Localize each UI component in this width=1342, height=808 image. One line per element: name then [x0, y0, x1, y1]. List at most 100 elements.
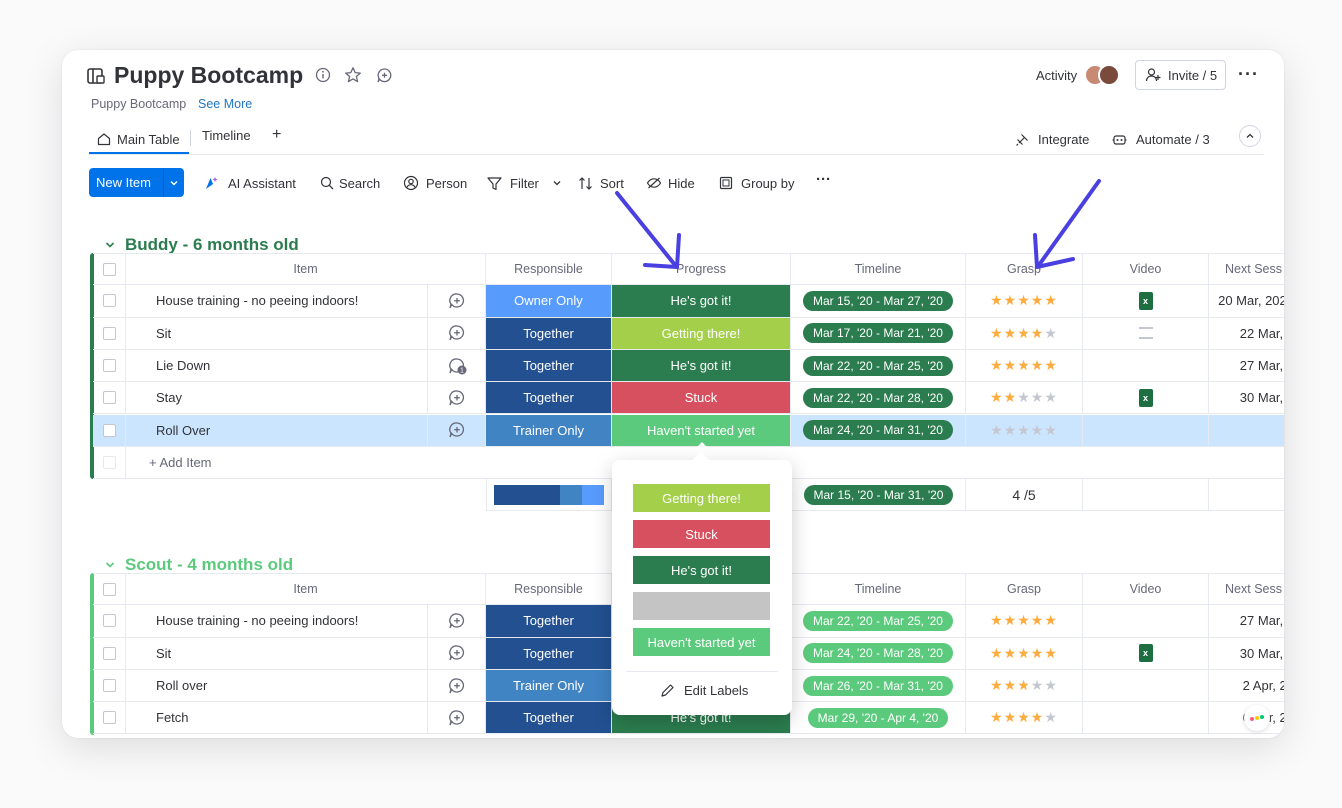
file-cell[interactable]: x: [1083, 285, 1209, 318]
rating-star-icon[interactable]: ★: [1017, 389, 1031, 406]
avatar-group[interactable]: [1084, 63, 1124, 87]
row-checkbox[interactable]: [102, 359, 116, 373]
excel-file-icon[interactable]: x: [1138, 644, 1153, 663]
updates-cell[interactable]: [428, 285, 486, 318]
row-checkbox[interactable]: [102, 423, 116, 437]
rating-star-icon[interactable]: ★: [990, 389, 1004, 406]
search-button[interactable]: Search: [320, 174, 380, 192]
row-checkbox[interactable]: [102, 646, 116, 660]
row-checkbox[interactable]: [102, 294, 116, 308]
tab-timeline[interactable]: Timeline: [202, 128, 251, 150]
rating-star-icon[interactable]: ★: [1044, 325, 1058, 342]
rating-star-icon[interactable]: ★: [1004, 357, 1018, 374]
status-option[interactable]: [633, 592, 770, 620]
rating-cell[interactable]: ★ ★ ★ ★ ★: [966, 349, 1083, 383]
rating-star-icon[interactable]: ★: [1031, 645, 1045, 662]
add-update-icon[interactable]: [447, 323, 467, 343]
add-update-icon[interactable]: [447, 388, 467, 408]
rating-star-icon[interactable]: ★: [1044, 292, 1058, 309]
rating-star-icon[interactable]: ★: [1017, 292, 1031, 309]
item-name-cell[interactable]: Sit: [126, 637, 428, 670]
file-cell[interactable]: [1083, 317, 1209, 350]
rating-star-icon[interactable]: ★: [1031, 709, 1045, 726]
add-view-button[interactable]: +: [272, 126, 281, 144]
item-name-cell[interactable]: Roll over: [126, 669, 428, 703]
row-checkbox[interactable]: [102, 326, 116, 340]
rating-star-icon[interactable]: ★: [990, 325, 1004, 342]
responsible-status[interactable]: Together: [486, 349, 612, 383]
chevron-down-icon[interactable]: [164, 178, 184, 188]
rating-star-icon[interactable]: ★: [990, 612, 1004, 629]
add-update-icon[interactable]: [447, 420, 467, 440]
timeline-cell[interactable]: Mar 15, '20 - Mar 27, '20: [791, 285, 966, 318]
responsible-status[interactable]: Together: [486, 605, 612, 638]
tab-main-table[interactable]: Main Table: [97, 128, 180, 150]
rating-star-icon[interactable]: ★: [1031, 292, 1045, 309]
column-header-responsible[interactable]: Responsible: [486, 573, 612, 606]
item-name-cell[interactable]: Fetch: [126, 702, 428, 735]
invite-button[interactable]: Invite / 5: [1135, 60, 1226, 90]
row-checkbox[interactable]: [102, 391, 116, 405]
rating-star-icon[interactable]: ★: [1044, 677, 1058, 694]
file-cell[interactable]: [1083, 669, 1209, 703]
item-name-cell[interactable]: Sit: [126, 317, 428, 350]
column-header-next[interactable]: Next Sess: [1209, 253, 1284, 286]
column-header-timeline[interactable]: Timeline: [791, 253, 966, 286]
collapse-header-button[interactable]: [1239, 125, 1261, 147]
file-cell[interactable]: [1083, 349, 1209, 383]
rating-cell[interactable]: ★ ★ ★ ★ ★: [966, 637, 1083, 670]
progress-status[interactable]: Getting there!: [612, 317, 791, 350]
toolbar-more-icon[interactable]: ···: [816, 171, 831, 188]
rating-cell[interactable]: ★ ★ ★ ★ ★: [966, 382, 1083, 415]
rating-star-icon[interactable]: ★: [1004, 612, 1018, 629]
column-header-timeline[interactable]: Timeline: [791, 573, 966, 606]
next-session-date[interactable]: [1209, 414, 1284, 447]
rating-star-icon[interactable]: ★: [1017, 422, 1031, 439]
column-header-item[interactable]: Item: [126, 573, 486, 606]
timeline-cell[interactable]: Mar 26, '20 - Mar 31, '20: [791, 669, 966, 703]
rating-star-icon[interactable]: ★: [990, 677, 1004, 694]
excel-file-icon[interactable]: x: [1138, 291, 1153, 310]
updates-cell[interactable]: [428, 414, 486, 447]
edit-labels-button[interactable]: Edit Labels: [660, 683, 748, 698]
progress-status[interactable]: He's got it!: [612, 285, 791, 318]
progress-status[interactable]: He's got it!: [612, 349, 791, 383]
more-icon[interactable]: ···: [1238, 64, 1259, 85]
row-checkbox[interactable]: [102, 679, 116, 693]
rating-star-icon[interactable]: ★: [990, 292, 1004, 309]
updates-cell[interactable]: 1: [428, 349, 486, 383]
help-widget-icon[interactable]: [1244, 705, 1270, 731]
rating-star-icon[interactable]: ★: [1044, 612, 1058, 629]
rating-cell[interactable]: ★ ★ ★ ★ ★: [966, 317, 1083, 350]
item-name-cell[interactable]: Roll Over: [126, 414, 428, 447]
rating-star-icon[interactable]: ★: [1017, 645, 1031, 662]
responsible-status[interactable]: Together: [486, 637, 612, 670]
next-session-date[interactable]: 27 Mar, 2: [1209, 605, 1284, 638]
item-name-cell[interactable]: House training - no peeing indoors!: [126, 605, 428, 638]
chevron-down-icon[interactable]: [104, 559, 116, 571]
group-title[interactable]: Scout - 4 months old: [104, 555, 293, 575]
rating-star-icon[interactable]: ★: [1017, 325, 1031, 342]
progress-status[interactable]: Haven't started yet: [612, 414, 791, 447]
column-header-item[interactable]: Item: [126, 253, 486, 286]
column-header-responsible[interactable]: Responsible: [486, 253, 612, 286]
ai-assistant-button[interactable]: AI Assistant: [203, 174, 296, 192]
add-update-icon[interactable]: [447, 291, 467, 311]
next-session-date[interactable]: 27 Mar, 2: [1209, 350, 1284, 383]
status-option[interactable]: Getting there!: [633, 484, 770, 512]
rating-star-icon[interactable]: ★: [1017, 677, 1031, 694]
row-checkbox[interactable]: [102, 711, 116, 725]
updates-cell[interactable]: [428, 702, 486, 735]
add-update-icon[interactable]: [447, 611, 467, 631]
rating-star-icon[interactable]: ★: [990, 422, 1004, 439]
rating-star-icon[interactable]: ★: [1044, 357, 1058, 374]
updates-cell[interactable]: [428, 605, 486, 638]
person-filter-button[interactable]: Person: [403, 174, 467, 192]
chevron-down-icon[interactable]: [104, 239, 116, 251]
rating-star-icon[interactable]: ★: [1017, 612, 1031, 629]
rating-star-icon[interactable]: ★: [1017, 709, 1031, 726]
rating-cell[interactable]: ★ ★ ★ ★ ★: [966, 414, 1083, 447]
group-title[interactable]: Buddy - 6 months old: [104, 235, 299, 255]
add-update-icon[interactable]: [447, 643, 467, 663]
timeline-cell[interactable]: Mar 22, '20 - Mar 25, '20: [791, 349, 966, 383]
